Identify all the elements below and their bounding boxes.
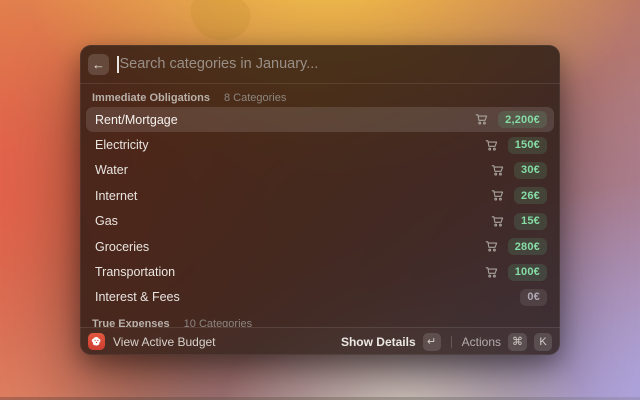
category-label: Groceries [95,239,150,254]
category-row-gas[interactable]: Gas 15€ [86,209,554,234]
amount-badge: 26€ [514,187,547,205]
category-row-internet[interactable]: Internet 26€ [86,183,554,208]
budget-app-icon [88,333,105,350]
category-label: Interest & Fees [95,290,180,305]
amount-badge: 0€ [520,288,547,306]
show-details-button[interactable]: Show Details [341,335,416,349]
category-row-groceries[interactable]: Groceries 280€ [86,234,554,259]
back-arrow-icon: ← [92,56,105,72]
section-count: 8 Categories [223,91,287,104]
category-row-electricity[interactable]: Electricity 150€ [86,132,554,157]
category-row-water[interactable]: Water 30€ [86,158,554,183]
footer-divider [450,335,452,348]
category-label: Water [95,163,128,178]
k-key-icon: K [534,332,552,351]
return-key-icon: ↵ [422,332,441,351]
category-row-transportation[interactable]: Transportation 100€ [86,259,554,284]
section-label: True Expenses [92,317,170,327]
amount-badge: 150€ [507,136,547,154]
amount-badge: 2,200€ [498,111,547,129]
amount-badge: 280€ [507,238,547,256]
category-row-rent-mortgage[interactable]: Rent/Mortgage 2,200€ [86,107,554,133]
category-label: Rent/Mortgage [95,112,178,127]
category-row-interest-fees[interactable]: Interest & Fees 0€ [86,285,554,310]
section-label: Immediate Obligations [92,91,210,104]
actions-button[interactable]: Actions [462,335,501,349]
cart-icon [485,240,498,253]
text-caret [117,55,119,73]
cart-icon [475,113,488,126]
section-header-true-expenses: True Expenses 10 Categories [80,310,560,327]
command-palette-window: ← Immediate Obligations 8 Categories Ren… [80,45,560,355]
category-label: Electricity [95,138,149,153]
action-bar: View Active Budget Show Details ↵ Action… [80,327,560,355]
category-label: Internet [95,188,138,203]
amount-badge: 15€ [514,212,547,230]
active-budget-label[interactable]: View Active Budget [113,335,216,349]
section-header-immediate-obligations: Immediate Obligations 8 Categories [80,84,560,107]
command-key-icon: ⌘ [508,332,527,351]
cart-icon [485,266,498,279]
cart-icon [491,215,504,228]
cart-icon [491,164,504,177]
search-input[interactable] [119,56,548,72]
search-bar: ← [80,45,560,84]
category-label: Gas [95,214,118,229]
results-list: Immediate Obligations 8 Categories Rent/… [80,84,560,327]
cart-icon [491,189,504,202]
category-label: Transportation [95,265,176,280]
amount-badge: 100€ [507,263,547,281]
wallpaper-leaf-shape [190,0,251,41]
back-button[interactable]: ← [88,53,109,75]
section-count: 10 Categories [183,317,253,327]
amount-badge: 30€ [514,161,547,179]
cart-icon [485,139,498,152]
